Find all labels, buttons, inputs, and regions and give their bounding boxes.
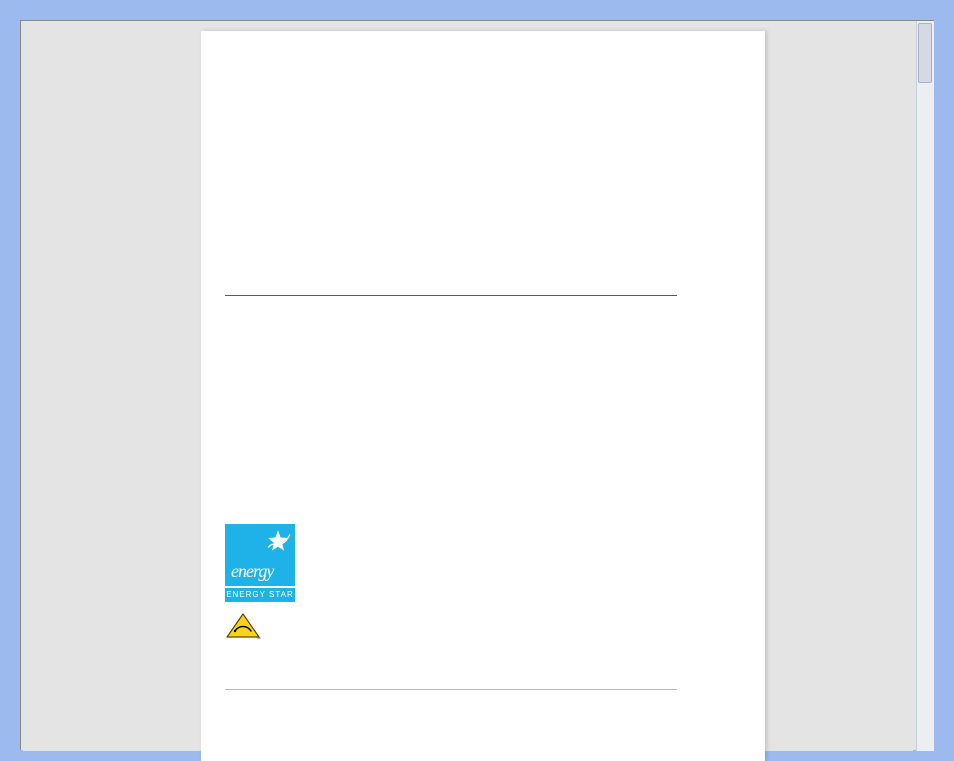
energy-star-label: ENERGY STAR — [225, 588, 295, 602]
viewer-canvas: energy ENERGY STAR — [23, 31, 913, 751]
warning-icon — [225, 613, 261, 639]
document-page: energy ENERGY STAR — [201, 31, 765, 761]
vertical-scrollbar-thumb[interactable] — [918, 23, 932, 83]
star-icon — [265, 528, 291, 554]
vertical-scrollbar-track[interactable] — [916, 21, 934, 751]
energy-star-script: energy — [231, 561, 273, 582]
document-viewer-frame: energy ENERGY STAR — [20, 20, 934, 750]
horizontal-rule — [225, 689, 677, 690]
horizontal-rule — [225, 295, 677, 296]
energy-star-logo-top: energy — [225, 524, 295, 586]
energy-star-logo: energy ENERGY STAR — [225, 524, 295, 602]
